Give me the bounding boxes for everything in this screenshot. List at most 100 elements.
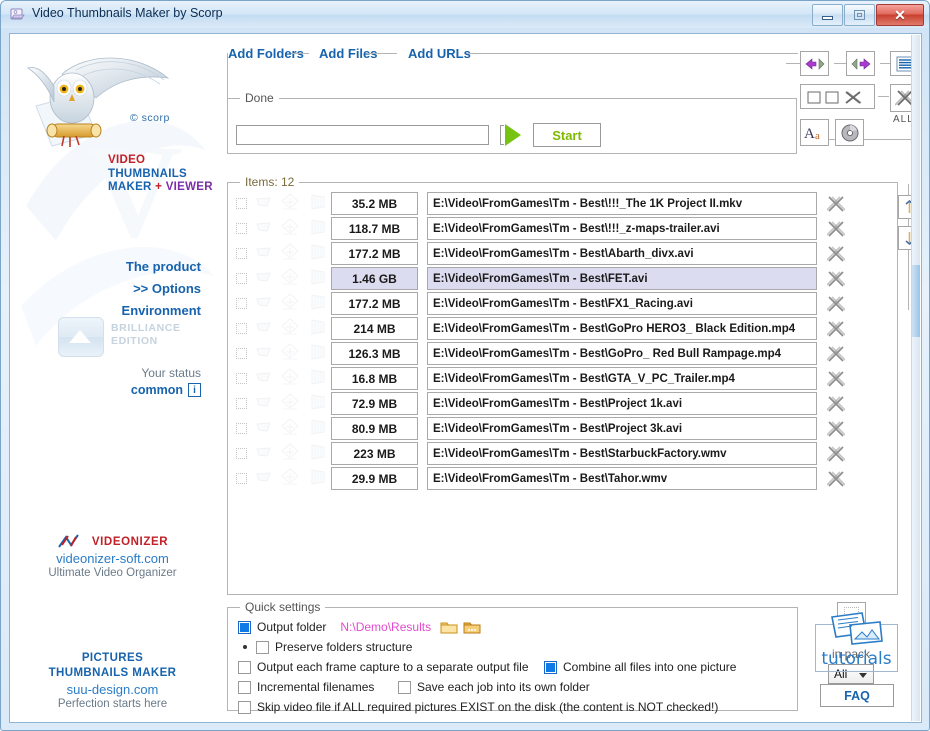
layers-icon[interactable] xyxy=(308,293,328,314)
row-remove-button[interactable] xyxy=(826,194,846,214)
flag-icon[interactable] xyxy=(255,270,272,288)
frames-icon[interactable] xyxy=(280,368,300,389)
row-path[interactable]: E:\Video\FromGames\Tm - Best\Tahor.wmv xyxy=(427,467,817,490)
frames-icon[interactable] xyxy=(280,243,300,264)
play-icon[interactable] xyxy=(500,123,524,147)
layers-icon[interactable] xyxy=(308,268,328,289)
flag-icon[interactable] xyxy=(255,320,272,338)
row-path[interactable]: E:\Video\FromGames\Tm - Best\Project 1k.… xyxy=(427,392,817,415)
row-checkbox[interactable] xyxy=(236,248,247,259)
flag-icon[interactable] xyxy=(255,295,272,313)
export-list-button[interactable] xyxy=(846,51,875,76)
incremental-checkbox[interactable] xyxy=(238,681,251,694)
flag-icon[interactable] xyxy=(255,470,272,488)
table-row[interactable]: 223 MB E:\Video\FromGames\Tm - Best\Star… xyxy=(229,441,896,466)
row-path[interactable]: E:\Video\FromGames\Tm - Best\GTA_V_PC_Tr… xyxy=(427,367,817,390)
layers-icon[interactable] xyxy=(308,218,328,239)
row-checkbox[interactable] xyxy=(236,448,247,459)
row-checkbox[interactable] xyxy=(236,198,247,209)
table-row[interactable]: 126.3 MB E:\Video\FromGames\Tm - Best\Go… xyxy=(229,341,896,366)
layers-icon[interactable] xyxy=(308,418,328,439)
table-row[interactable]: 177.2 MB E:\Video\FromGames\Tm - Best\FX… xyxy=(229,291,896,316)
page-scrollbar[interactable] xyxy=(911,35,920,721)
table-row[interactable]: 177.2 MB E:\Video\FromGames\Tm - Best\Ab… xyxy=(229,241,896,266)
table-row[interactable]: 80.9 MB E:\Video\FromGames\Tm - Best\Pro… xyxy=(229,416,896,441)
row-remove-button[interactable] xyxy=(826,369,846,389)
add-urls-link[interactable]: Add URLs xyxy=(405,46,474,61)
upgrade-arrow-icon[interactable] xyxy=(58,317,104,357)
close-button[interactable]: ✕ xyxy=(876,4,924,26)
videonizer-link[interactable]: videonizer-soft.com xyxy=(10,551,215,566)
row-checkbox[interactable] xyxy=(236,473,247,484)
row-path[interactable]: E:\Video\FromGames\Tm - Best\GoPro_ Red … xyxy=(427,342,817,365)
layers-icon[interactable] xyxy=(308,318,328,339)
frames-icon[interactable] xyxy=(280,318,300,339)
flag-icon[interactable] xyxy=(255,245,272,263)
frames-icon[interactable] xyxy=(280,343,300,364)
frames-icon[interactable] xyxy=(280,418,300,439)
flag-icon[interactable] xyxy=(255,345,272,363)
row-checkbox[interactable] xyxy=(236,373,247,384)
row-path[interactable]: E:\Video\FromGames\Tm - Best\Abarth_divx… xyxy=(427,242,817,265)
layers-icon[interactable] xyxy=(308,343,328,364)
row-path[interactable]: E:\Video\FromGames\Tm - Best\FX1_Racing.… xyxy=(427,292,817,315)
tutorials-button[interactable]: tutorials xyxy=(815,624,898,672)
row-path[interactable]: E:\Video\FromGames\Tm - Best\Project 3k.… xyxy=(427,417,817,440)
font-button[interactable]: A a xyxy=(800,119,829,146)
file-list[interactable]: 35.2 MB E:\Video\FromGames\Tm - Best\!!!… xyxy=(229,191,896,593)
flag-icon[interactable] xyxy=(255,220,272,238)
frames-icon[interactable] xyxy=(280,293,300,314)
flag-icon[interactable] xyxy=(255,420,272,438)
layers-icon[interactable] xyxy=(308,368,328,389)
preserve-structure-checkbox[interactable] xyxy=(256,641,269,654)
layers-icon[interactable] xyxy=(308,193,328,214)
frames-icon[interactable] xyxy=(280,268,300,289)
row-remove-button[interactable] xyxy=(826,244,846,264)
info-icon[interactable]: i xyxy=(188,383,201,397)
start-button[interactable]: Start xyxy=(533,123,601,147)
row-checkbox[interactable] xyxy=(236,348,247,359)
row-checkbox[interactable] xyxy=(236,273,247,284)
browse-folder-icon[interactable] xyxy=(463,620,481,634)
sidebar-item-options[interactable]: >> Options xyxy=(122,281,201,296)
flag-icon[interactable] xyxy=(255,370,272,388)
layers-icon[interactable] xyxy=(308,468,328,489)
table-row[interactable]: 214 MB E:\Video\FromGames\Tm - Best\GoPr… xyxy=(229,316,896,341)
table-row[interactable]: 29.9 MB E:\Video\FromGames\Tm - Best\Tah… xyxy=(229,466,896,491)
table-row[interactable]: 35.2 MB E:\Video\FromGames\Tm - Best\!!!… xyxy=(229,191,896,216)
row-remove-button[interactable] xyxy=(826,319,846,339)
row-checkbox[interactable] xyxy=(236,398,247,409)
pictures-link[interactable]: suu-design.com xyxy=(10,682,215,697)
row-path[interactable]: E:\Video\FromGames\Tm - Best\FET.avi xyxy=(427,267,817,290)
flag-icon[interactable] xyxy=(255,195,272,213)
flag-icon[interactable] xyxy=(255,445,272,463)
faq-button[interactable]: FAQ xyxy=(820,684,894,707)
output-folder-path[interactable]: N:\Demo\Results xyxy=(340,620,431,634)
output-folder-checkbox[interactable] xyxy=(238,621,251,634)
row-path[interactable]: E:\Video\FromGames\Tm - Best\!!!_z-maps-… xyxy=(427,217,817,240)
row-remove-button[interactable] xyxy=(826,294,846,314)
row-remove-button[interactable] xyxy=(826,444,846,464)
minimize-button[interactable] xyxy=(812,4,843,26)
row-remove-button[interactable] xyxy=(826,419,846,439)
layers-icon[interactable] xyxy=(308,443,328,464)
import-list-button[interactable] xyxy=(800,51,829,76)
row-remove-button[interactable] xyxy=(826,269,846,289)
scrollbar-thumb[interactable] xyxy=(912,265,920,337)
row-checkbox[interactable] xyxy=(236,298,247,309)
skip-existing-checkbox[interactable] xyxy=(238,701,251,714)
own-folder-checkbox[interactable] xyxy=(398,681,411,694)
table-row[interactable]: 72.9 MB E:\Video\FromGames\Tm - Best\Pro… xyxy=(229,391,896,416)
sidebar-item-the-product[interactable]: The product xyxy=(122,259,201,274)
table-row[interactable]: 1.46 GB E:\Video\FromGames\Tm - Best\FET… xyxy=(229,266,896,291)
row-checkbox[interactable] xyxy=(236,223,247,234)
separate-file-checkbox[interactable] xyxy=(238,661,251,674)
frames-icon[interactable] xyxy=(280,218,300,239)
disc-button[interactable] xyxy=(835,119,864,146)
open-folder-icon[interactable] xyxy=(440,620,458,634)
frames-icon[interactable] xyxy=(280,193,300,214)
sidebar-item-environment[interactable]: Environment xyxy=(122,303,201,318)
progress-field[interactable] xyxy=(236,125,489,145)
row-checkbox[interactable] xyxy=(236,323,247,334)
row-remove-button[interactable] xyxy=(826,344,846,364)
